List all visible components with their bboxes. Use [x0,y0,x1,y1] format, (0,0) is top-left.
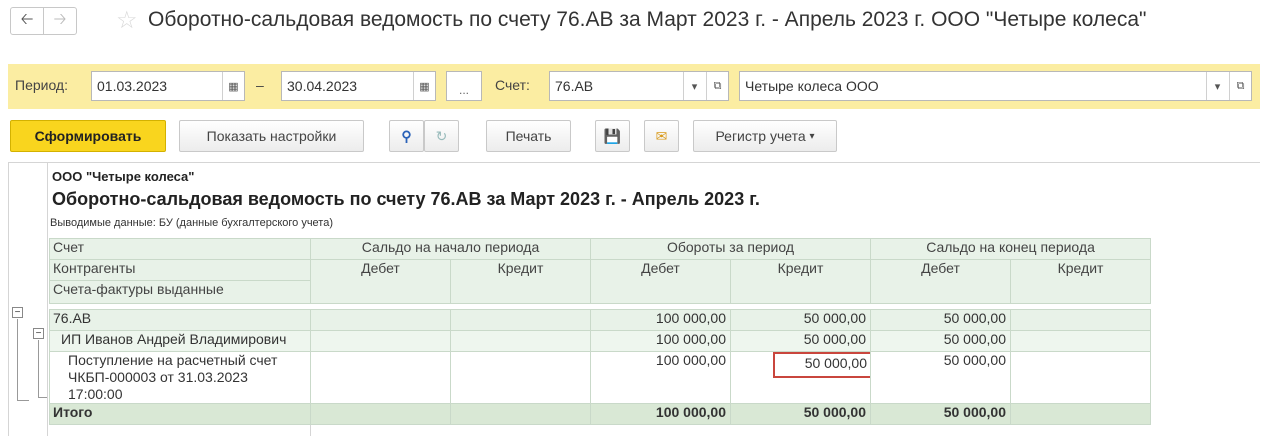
header-credit: Кредит [729,259,872,304]
chevron-down-icon[interactable]: ▾ [683,72,705,100]
show-settings-button[interactable]: Показать настройки [179,120,364,152]
cell-close-credit [1010,351,1152,404]
tree-line [17,319,18,401]
date-to-value: 30.04.2023 [287,78,358,94]
calendar-icon[interactable]: ▦ [222,72,244,100]
cell-close-credit [1010,309,1152,331]
header-opening-balance: Сальдо на начало периода [310,238,591,260]
date-from-field[interactable]: 01.03.2023 ▦ [91,71,245,101]
cell-close-debit: 50 000,00 [870,330,1012,352]
cell-open-debit [310,330,451,352]
chevron-down-icon: ▾ [809,130,815,142]
tree-line [38,340,39,398]
cell-open-debit [310,309,451,331]
register-label: Регистр учета [715,128,806,144]
header-closing-balance: Сальдо на конец периода [870,238,1152,260]
cell-turn-credit: 50 000,00 [729,309,872,331]
collapse-icon[interactable]: − [33,328,44,339]
table-row[interactable]: ИП Иванов Андрей Владимирович 100 000,00… [49,330,1152,352]
period-label: Период: [15,77,68,93]
cell-open-debit [310,403,451,425]
account-value: 76.АВ [555,78,594,94]
favorite-star-icon[interactable]: ☆ [116,6,138,35]
title-bar: 🡠 🡢 ☆ Оборотно-сальдовая ведомость по сч… [0,0,1268,44]
cell-open-credit [450,330,591,352]
cell-open-credit [450,403,591,425]
cell-open-credit [450,351,591,404]
cell-turn-debit: 100 000,00 [590,351,731,404]
window-title: Оборотно-сальдовая ведомость по счету 76… [148,8,1147,31]
row-name: 76.АВ [49,309,311,331]
select-period-button[interactable]: ... [446,71,482,101]
highlighted-credit-value: 50 000,00 [772,352,870,378]
period-dash: – [256,77,264,93]
cell-turn-credit: 50 000,00 [729,330,872,352]
organization-field[interactable]: Четыре колеса ООО ▾ ⧉ [739,71,1252,101]
parameters-panel: Период: 01.03.2023 ▦ – 30.04.2023 ▦ ... … [8,64,1260,109]
cell-close-credit [1010,403,1152,425]
cell-close-credit [1010,330,1152,352]
date-to-field[interactable]: 30.04.2023 ▦ [281,71,436,101]
collapse-icon[interactable]: − [12,307,23,318]
tree-line [17,400,29,401]
table-row[interactable]: Поступление на расчетный счет ЧКБП-00000… [49,351,1152,404]
total-row[interactable]: Итого 100 000,00 50 000,00 50 000,00 [49,403,1152,425]
open-icon[interactable]: ⧉ [1229,72,1251,100]
header-debit: Дебет [870,259,1012,304]
chevron-down-icon[interactable]: ▾ [1206,72,1228,100]
cell-close-debit: 50 000,00 [870,309,1012,331]
open-icon[interactable]: ⧉ [706,72,728,100]
header-debit: Дебет [590,259,731,304]
cell-turn-debit: 100 000,00 [590,330,731,352]
total-turn-debit: 100 000,00 [590,403,731,425]
tree-line [38,397,47,398]
generate-button[interactable]: Сформировать [10,120,166,152]
organization-value: Четыре колеса ООО [745,78,879,94]
header-credit: Кредит [450,259,591,304]
report-title: Оборотно-сальдовая ведомость по счету 76… [52,189,760,209]
report-note: Выводимые данные: БУ (данные бухгалтерск… [50,217,333,229]
print-button[interactable]: Печать [486,120,571,152]
row-document: Поступление на расчетный счет ЧКБП-00000… [49,351,311,404]
document-line: Поступление на расчетный счет [68,352,278,369]
document-line: 17:00:00 [68,386,123,402]
header-credit: Кредит [1010,259,1152,304]
header-row: Счет Сальдо на начало периода Обороты за… [49,238,1152,260]
mail-icon[interactable]: ✉ [644,120,679,152]
header-turnover: Обороты за период [589,238,872,260]
calendar-icon[interactable]: ▦ [413,72,435,100]
report-organization: ООО "Четыре колеса" [52,169,195,184]
date-from-value: 01.03.2023 [97,78,168,94]
account-label: Счет: [495,77,530,93]
gutter-line [8,162,9,436]
account-field[interactable]: 76.АВ ▾ ⧉ [549,71,729,101]
total-label: Итого [49,403,311,425]
gutter-line [47,162,48,436]
cell-open-debit [310,351,451,404]
document-line: ЧКБП-000003 от 31.03.2023 [68,369,248,385]
back-arrow-icon[interactable]: 🡠 [10,7,44,35]
row-name: ИП Иванов Андрей Владимирович [49,330,311,352]
search-cancel-icon[interactable]: ↻ [424,120,459,152]
table-row[interactable]: 76.АВ 100 000,00 50 000,00 50 000,00 [49,309,1152,331]
total-close-debit: 50 000,00 [870,403,1012,425]
header-row: Контрагенты Дебет Кредит Дебет Кредит Де… [49,259,1152,304]
register-dropdown-button[interactable]: Регистр учета ▾ [693,120,837,152]
header-invoices: Счета-фактуры выданные [49,280,311,304]
cell-turn-credit: 50 000,00 [729,351,872,404]
header-counterparties: Контрагенты [49,259,311,281]
total-turn-credit: 50 000,00 [729,403,872,425]
forward-arrow-icon[interactable]: 🡢 [43,7,77,35]
save-icon[interactable]: 💾 [595,120,630,152]
report-table: Счет Сальдо на начало периода Обороты за… [49,238,1152,425]
header-account: Счет [49,238,311,260]
search-icon[interactable]: ⚲ [389,120,424,152]
cell-turn-debit: 100 000,00 [590,309,731,331]
header-debit: Дебет [310,259,451,304]
cell-open-credit [450,309,591,331]
cell-close-debit: 50 000,00 [870,351,1012,404]
